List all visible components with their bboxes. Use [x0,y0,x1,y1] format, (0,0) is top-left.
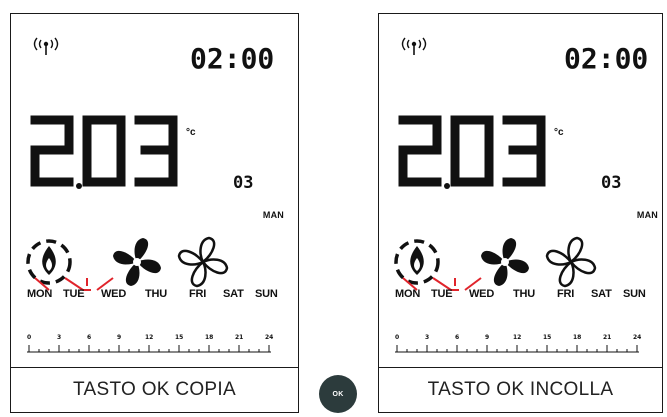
day-fri: FRI [189,288,207,300]
mode-label: MAN [262,210,284,220]
svg-text:24: 24 [633,334,641,341]
hour-timeline: 0 3 6 9 12 15 18 21 24 [395,334,641,353]
program-number: 03 [233,173,253,190]
caption-copy: TASTO OK COPIA [11,367,298,412]
svg-text:12: 12 [145,334,153,341]
svg-text:9: 9 [117,334,121,341]
hour-timeline: 0 3 6 9 12 15 18 21 24 [27,334,273,353]
day-sun: SUN [255,288,278,300]
day-mon: MON [27,288,53,300]
thermostat-display-copy: 02:00 °c 03 MAN MON TUE WED THU FRI SAT … [10,13,299,413]
caption-paste: TASTO OK INCOLLA [379,367,662,412]
fan-outline-icon [545,236,597,288]
day-tue: TUE [63,288,85,300]
temperature-display [30,115,178,189]
fan-outline-icon [177,236,229,288]
fan-icon [113,238,161,286]
svg-text:9: 9 [485,334,489,341]
svg-text:18: 18 [205,334,213,341]
svg-text:18: 18 [573,334,581,341]
svg-text:6: 6 [455,334,459,341]
clock-time: 02:00 [564,42,648,72]
svg-text:03: 03 [233,173,253,190]
flame-icon [26,239,72,285]
clock-time: 02:00 [190,42,274,72]
day-list: MON TUE WED THU FRI SAT SUN [395,288,665,304]
clock-display: 02:00 [190,42,274,72]
day-wed: WED [101,288,127,300]
clock-display: 02:00 [564,42,648,72]
day-mon: MON [395,288,421,300]
mode-label: MAN [636,210,658,220]
status-icons [26,236,229,291]
temperature-display [398,115,546,189]
temp-unit: °c [554,127,564,138]
day-fri: FRI [557,288,575,300]
svg-text:3: 3 [425,334,429,341]
day-tue: TUE [431,288,453,300]
svg-text:3: 3 [57,334,61,341]
svg-text:0: 0 [395,334,399,341]
signal-icon [33,37,59,55]
thermostat-display-paste: 02:00 °c 03 MAN MON TUE WED THU FRI SAT … [378,13,663,413]
svg-text:24: 24 [265,334,273,341]
day-thu: THU [145,288,168,300]
svg-text:03: 03 [601,173,621,190]
fan-icon [481,238,529,286]
svg-text:12: 12 [513,334,521,341]
day-thu: THU [513,288,536,300]
svg-text:21: 21 [235,334,243,341]
svg-text:6: 6 [87,334,91,341]
flame-icon [394,239,440,285]
signal-icon [401,37,427,55]
day-sat: SAT [223,288,244,300]
svg-text:15: 15 [543,334,551,341]
day-list: MON TUE WED THU FRI SAT SUN [27,288,297,304]
day-sun: SUN [623,288,646,300]
program-number: 03 [601,173,621,190]
day-sat: SAT [591,288,612,300]
temp-unit: °c [186,127,196,138]
svg-text:0: 0 [27,334,31,341]
day-wed: WED [469,288,495,300]
svg-text:15: 15 [175,334,183,341]
ok-button[interactable]: OK [319,375,357,413]
svg-text:21: 21 [603,334,611,341]
status-icons [394,236,597,291]
